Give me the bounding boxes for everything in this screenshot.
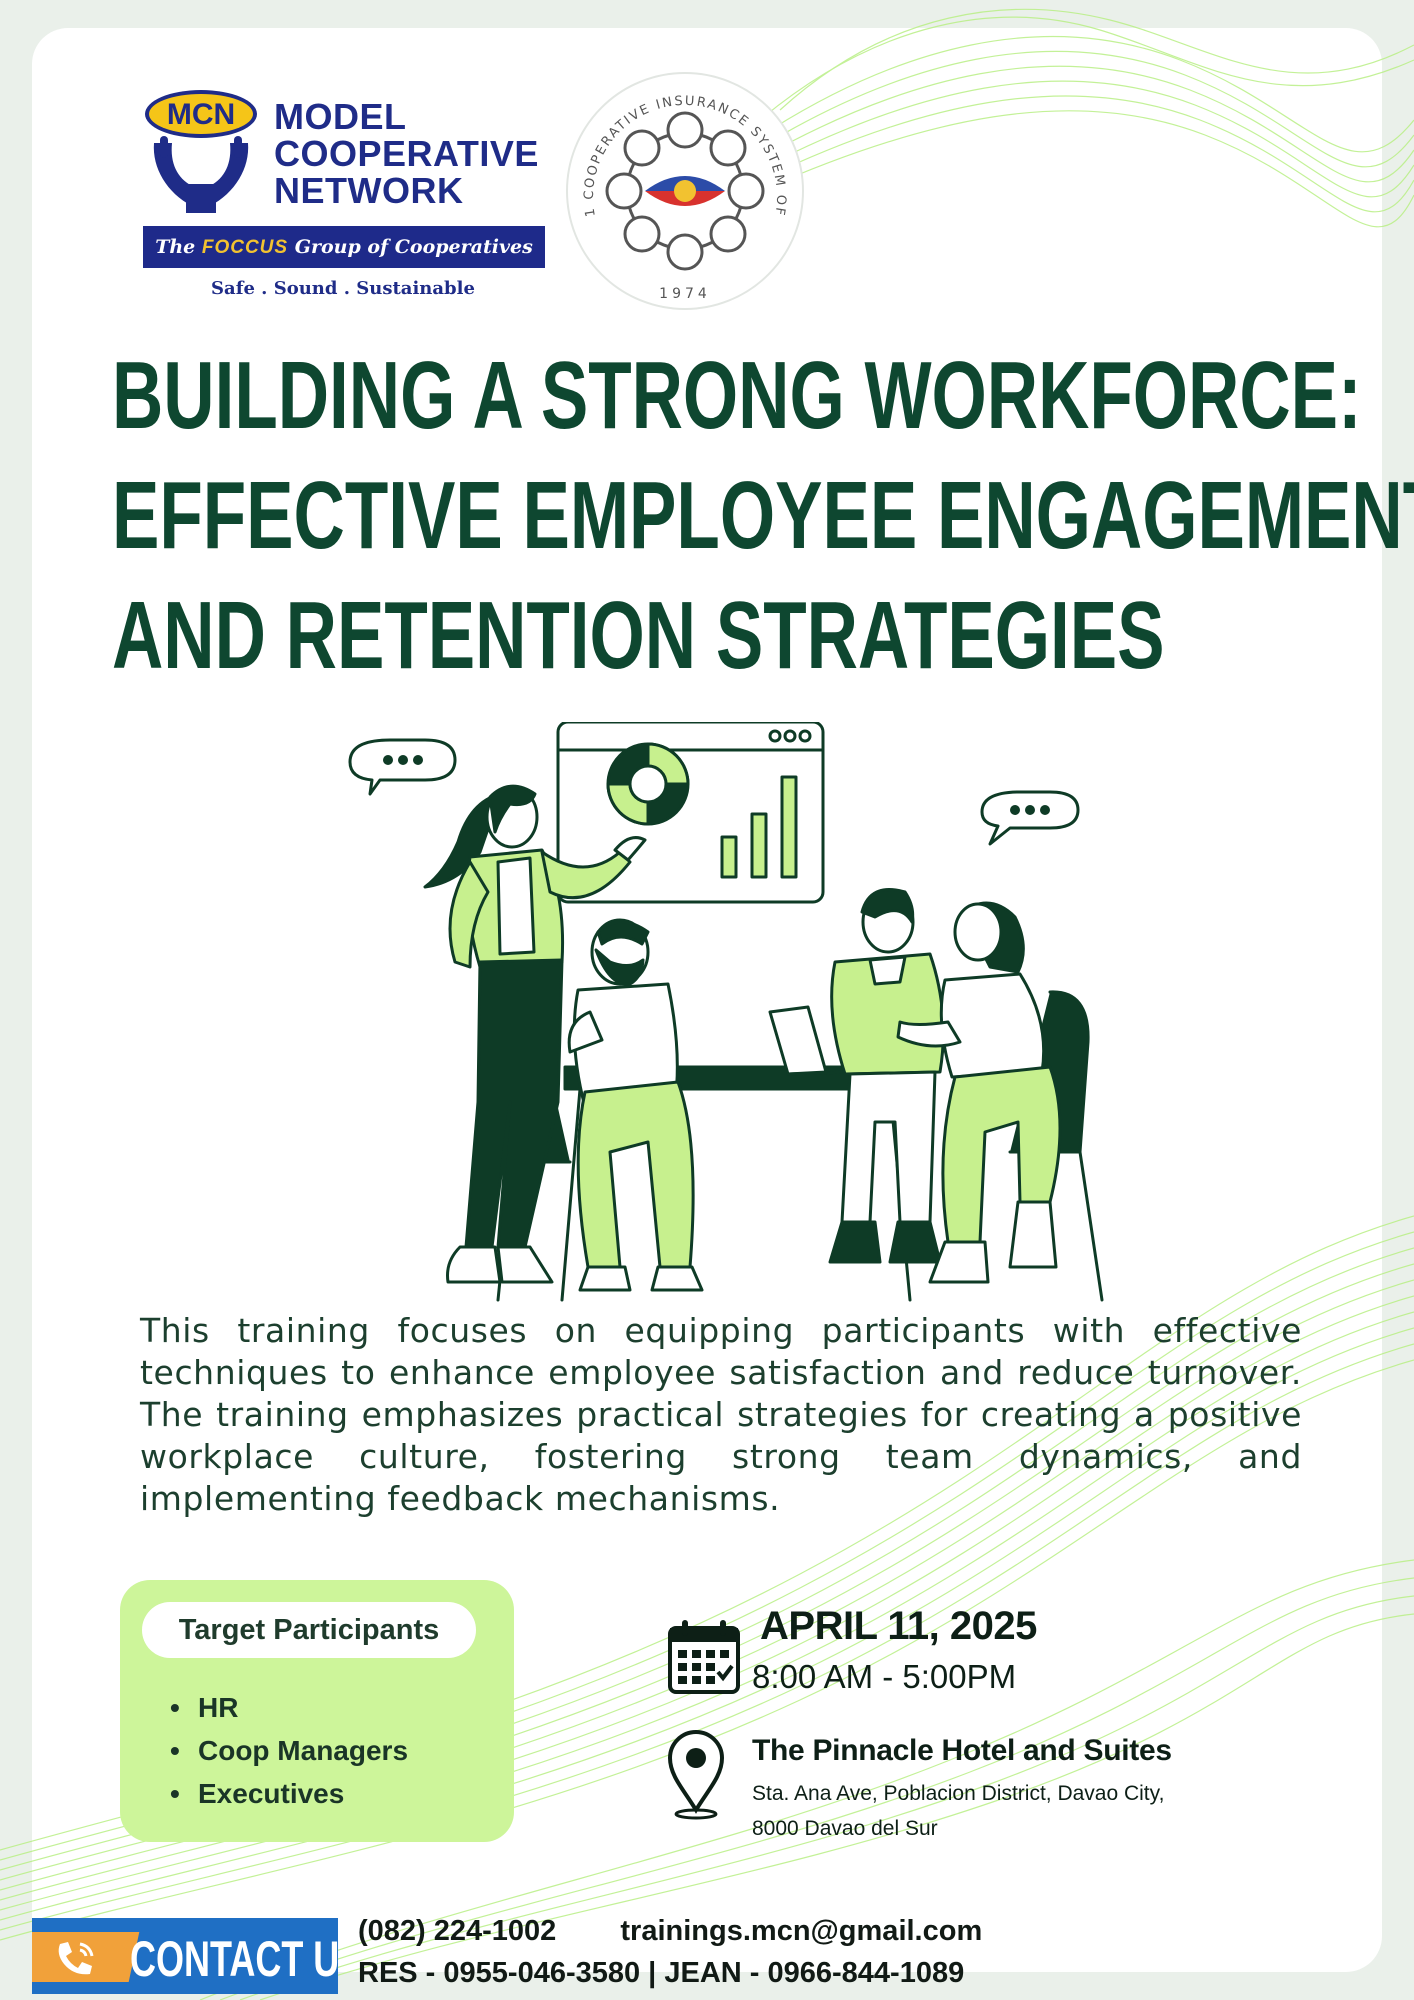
target-item-label: Executives <box>198 1778 345 1809</box>
mcn-logo: MCN MODEL COOPERATIVE NETWORK The FOCCUS… <box>142 88 547 306</box>
page-title: BUILDING A STRONG WORKFORCE: EFFECTIVE E… <box>112 336 1414 696</box>
contact-info: (082) 224-1002 trainings.mcn@gmail.com R… <box>358 1910 982 1994</box>
mcn-name-line-2: COOPERATIVE <box>274 133 539 174</box>
venue-address: Sta. Ana Ave, Poblacion District, Davao … <box>752 1776 1212 1846</box>
focus-prefix: The <box>155 236 196 258</box>
list-item: • HR <box>170 1692 239 1723</box>
title-line-3: AND RETENTION STRATEGIES <box>112 582 1165 689</box>
list-item: • Coop Managers <box>170 1735 409 1766</box>
event-date: APRIL 11, 2025 <box>760 1604 1037 1648</box>
focus-highlight: FOCCUS <box>201 237 289 258</box>
contact-us-label: CONTACT US <box>130 1931 338 1987</box>
title-line-2: EFFECTIVE EMPLOYEE ENGAGEMENT <box>112 462 1414 569</box>
target-item-label: HR <box>198 1692 239 1723</box>
location-pin-icon <box>667 1730 725 1820</box>
focus-suffix: Group of Cooperatives <box>294 236 533 258</box>
mcn-tagline: Safe . Sound . Sustainable <box>211 278 475 299</box>
mcn-abbrev: MCN <box>167 98 235 131</box>
contact-phone[interactable]: (082) 224-1002 <box>358 1915 556 1947</box>
target-participants-box: Target Participants • HR • Coop Managers •… <box>120 1580 514 1842</box>
phone-icon <box>58 1942 94 1975</box>
venue-name: The Pinnacle Hotel and Suites <box>752 1734 1172 1767</box>
target-participants-list: • HR • Coop Managers • Executives <box>170 1686 408 1815</box>
mcn-name: MODEL COOPERATIVE NETWORK <box>274 98 554 209</box>
venue-address-line-1: Sta. Ana Ave, Poblacion District, Davao … <box>752 1782 1165 1805</box>
target-item-label: Coop Managers <box>198 1735 409 1766</box>
contact-us-button[interactable]: CONTACT US <box>32 1918 338 1994</box>
venue-address-line-2: 8000 Davao del Sur <box>752 1817 938 1840</box>
mcn-name-line-1: MODEL <box>274 96 407 137</box>
contact-mobiles[interactable]: RES - 0955-046-3580 | JEAN - 0966-844-10… <box>358 1952 982 1994</box>
target-participants-title: Target Participants <box>142 1602 476 1658</box>
contact-email[interactable]: trainings.mcn@gmail.com <box>620 1915 982 1947</box>
team-meeting-illustration <box>348 722 1104 1302</box>
mcn-name-line-3: NETWORK <box>274 170 464 211</box>
focus-band: The FOCCUS Group of Cooperatives <box>143 226 545 268</box>
calendar-icon <box>668 1620 740 1694</box>
cisp-year: 1974 <box>659 286 711 302</box>
event-time: 8:00 AM - 5:00PM <box>752 1658 1017 1695</box>
cisp-seal-logo: 1 COOPERATIVE INSURANCE SYSTEM OF THE PH… <box>560 66 804 310</box>
mcn-hands-emblem-icon: MCN <box>145 90 257 213</box>
list-item: • Executives <box>170 1778 345 1809</box>
title-line-1: BUILDING A STRONG WORKFORCE: <box>112 342 1362 449</box>
training-description: This training focuses on equipping parti… <box>140 1311 1302 1518</box>
